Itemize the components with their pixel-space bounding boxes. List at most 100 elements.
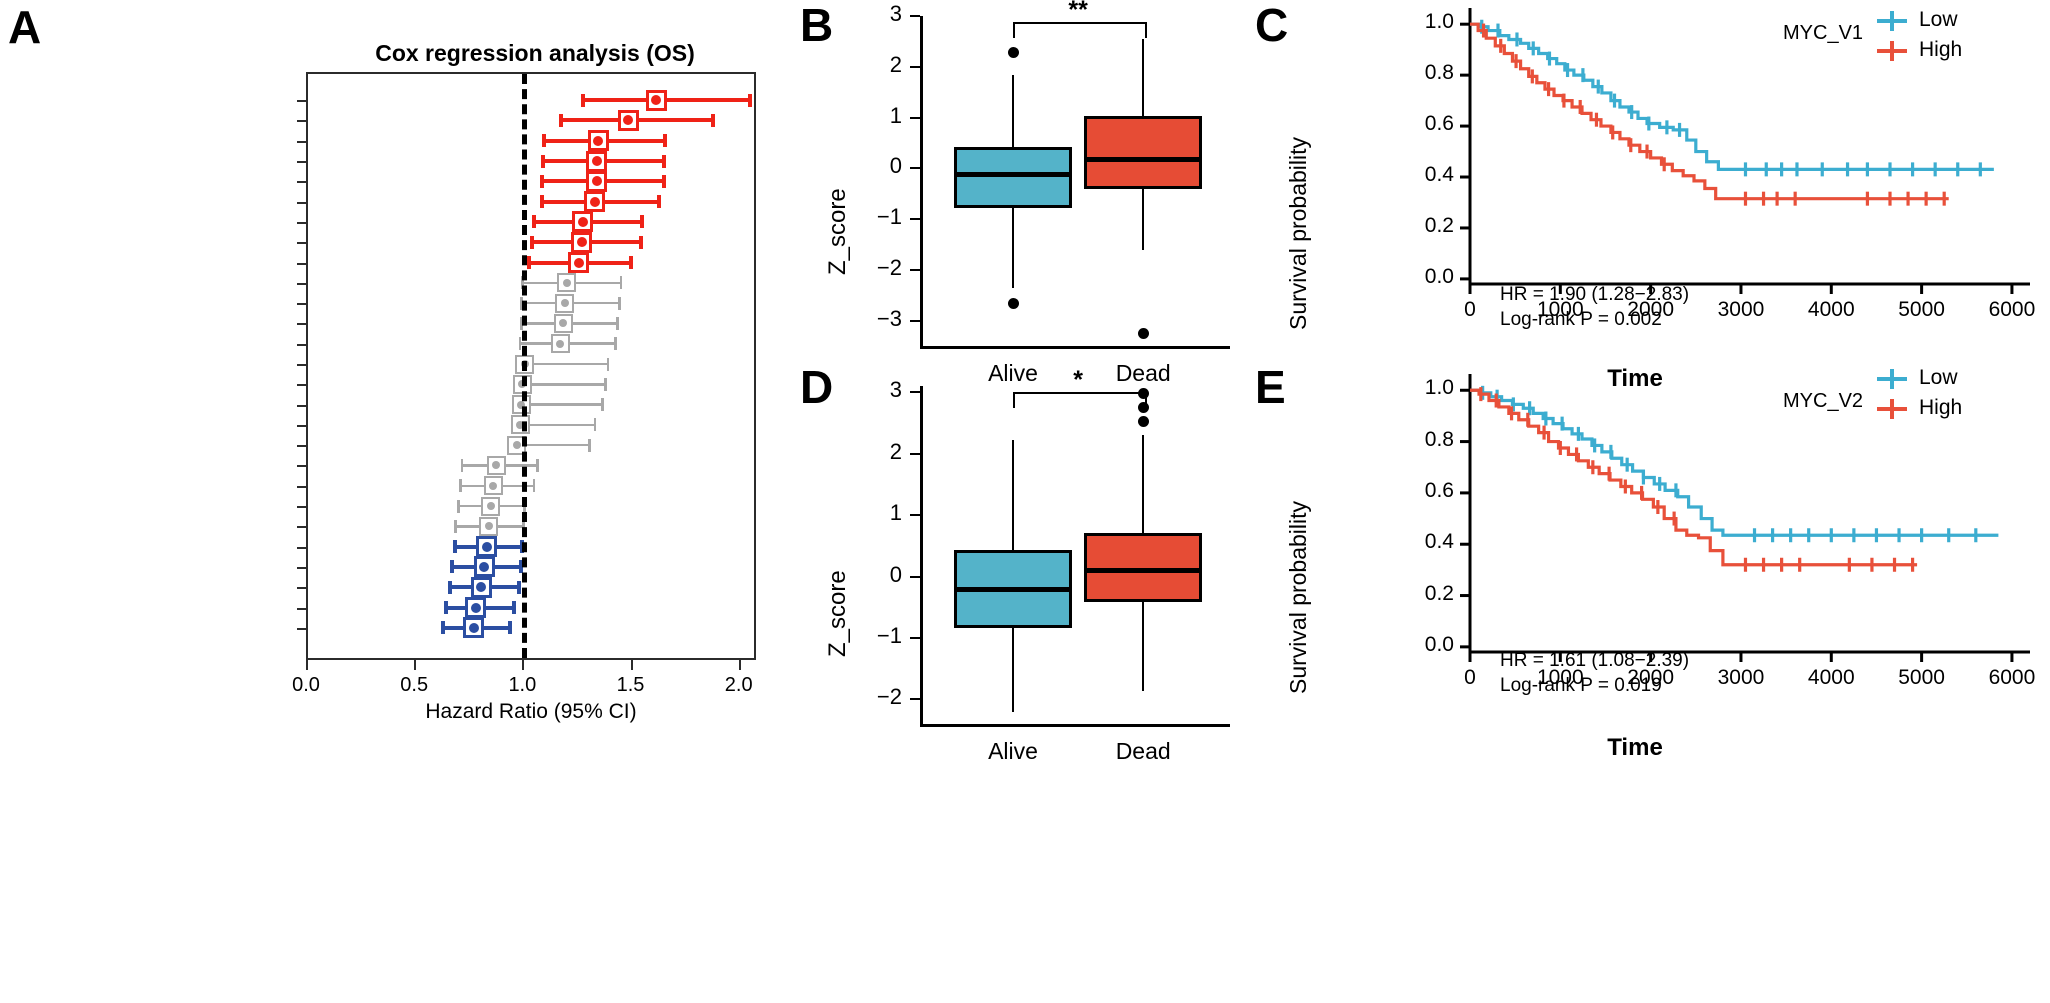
panelD-y-tick — [910, 514, 920, 517]
panel-a-ci-cap — [580, 93, 585, 107]
panel-a-x-tick — [630, 660, 633, 670]
panel-a-ci-cap — [618, 296, 621, 310]
panelD-y-tick — [910, 391, 920, 394]
figure-root: A Cox regression analysis (OS) MYC_TARGE… — [0, 0, 2050, 1003]
panelB-y-tick — [910, 218, 920, 221]
panelB-significance-marker: ** — [1068, 0, 1088, 24]
panelB-y-tick — [910, 319, 920, 322]
panelD-y-tick-label: 2 — [889, 438, 902, 464]
panel-a-title: Cox regression analysis (OS) — [375, 40, 695, 66]
panel-a-ci-cap — [518, 337, 522, 351]
panel-a-ci-cap — [457, 499, 460, 513]
panel-a-estimate-dot — [576, 237, 587, 248]
panel-a-y-tick — [297, 323, 306, 326]
panel-a-estimate-dot — [489, 481, 498, 490]
panel-a-ci-cap — [536, 458, 539, 472]
panelB-y-tick-label: 1 — [889, 102, 902, 128]
panel-a-x-tick — [738, 660, 741, 670]
panelD-whisker-upper — [1012, 440, 1014, 551]
panel-a-estimate-dot — [593, 135, 604, 146]
panel-a-x-tick — [414, 660, 417, 670]
panelB-whisker-lower — [1142, 188, 1145, 251]
panel-a-ci-cap — [539, 174, 544, 188]
panelD-y-axis-line — [920, 386, 923, 724]
panel-a-x-tick-label: 2.0 — [724, 674, 753, 696]
panel-a-ci-cap — [593, 418, 597, 432]
panel-a-ci-cap — [508, 621, 513, 635]
panelD-y-tick-label: −1 — [876, 622, 902, 648]
panelB-whisker-upper — [1012, 74, 1014, 147]
panelB-outlier-point — [1137, 327, 1149, 339]
panel-a-estimate-dot — [481, 541, 492, 552]
panel-a-estimate-dot — [486, 502, 495, 511]
panel-a-cox-forest-plot: A Cox regression analysis (OS) MYC_TARGE… — [0, 0, 790, 1003]
panelD-whisker-lower — [1142, 601, 1145, 691]
panel-a-ci-cap — [441, 621, 446, 635]
panelD-outlier-point — [1137, 415, 1149, 427]
panelB-box-dead[interactable] — [1084, 116, 1203, 189]
panel-a-ci-cap — [662, 154, 667, 168]
panel-a-y-tick — [297, 242, 306, 245]
panel-a-ci-cap — [540, 154, 545, 168]
panel-a-ci-cap — [747, 93, 752, 107]
panel-a-ci-cap — [606, 357, 610, 371]
panelD-y-tick — [910, 452, 920, 455]
panel-a-y-tick — [297, 262, 306, 265]
panel-a-y-tick — [297, 120, 306, 123]
panelB-box-alive[interactable] — [954, 146, 1072, 208]
panelD-y-tick-label: −2 — [876, 684, 902, 710]
panelB-y-tick-label: 3 — [889, 1, 902, 26]
panel-a-estimate-dot — [468, 622, 479, 633]
panel-a-ci-cap — [532, 479, 536, 493]
panel-a-ci-cap — [639, 235, 644, 249]
panel-a-ci-cap — [619, 276, 623, 290]
panelD-x-label: Dead — [1115, 738, 1171, 764]
panelD-median-line — [1084, 568, 1203, 574]
panel-a-ci-cap — [628, 256, 633, 270]
panel-a-y-tick — [297, 384, 306, 387]
panelB-y-axis-line — [920, 16, 923, 346]
panel-a-x-tick-label: 1.0 — [508, 674, 537, 696]
panel-e-x-axis-title: Time — [1607, 734, 1663, 761]
panelB-median-line — [954, 171, 1072, 177]
panelC-curve-high — [1470, 22, 1949, 201]
panel-a-ci-cap — [559, 113, 564, 127]
panelB-outlier-point — [1007, 46, 1019, 58]
panel-a-letter: A — [8, 1, 42, 53]
panelE-curve-low — [1470, 388, 1999, 537]
panelD-median-line — [954, 586, 1072, 592]
panel-a-estimate-dot — [573, 257, 584, 268]
panel-a-ci-cap — [453, 540, 458, 554]
panel-a-ci-cap — [710, 113, 715, 127]
panelD-y-tick-label: 3 — [889, 377, 902, 403]
panelB-y-tick-label: −1 — [876, 204, 902, 230]
panel-a-y-tick — [297, 181, 306, 184]
panel-a-ci-cap — [460, 458, 464, 472]
panel-d-boxplot: D Z_score 3 2 1 0 −1 −2 Alive Dead * — [790, 362, 1260, 782]
panel-a-estimate-dot — [577, 216, 588, 227]
panelB-y-tick-label: 0 — [889, 153, 902, 179]
panelE-curves — [1460, 374, 2030, 662]
panelB-y-tick — [910, 65, 920, 68]
panel-a-y-tick — [297, 343, 306, 346]
panel-a-y-tick — [297, 221, 306, 224]
panel-a-estimate-dot — [562, 278, 571, 287]
panel-a-x-tick — [306, 660, 308, 670]
panel-a-estimate-dot — [589, 196, 600, 207]
panelD-y-tick — [910, 575, 920, 578]
panel-e-km-plot: E Survival probability Time HR = 1.61 (1… — [1255, 362, 2050, 782]
panelD-y-tick-label: 1 — [889, 500, 902, 526]
panel-a-y-tick — [297, 587, 306, 590]
panelB-y-tick-label: −2 — [876, 254, 902, 280]
panel-b-boxplot: B Z_score 3 2 1 0 −1 −2 −3 Alive Dead ** — [790, 0, 1260, 400]
panel-a-estimate-dot — [591, 156, 602, 167]
panelB-y-tick-label: 2 — [889, 51, 902, 77]
panelB-y-tick — [910, 167, 920, 170]
panel-a-ci-cap — [541, 134, 546, 148]
panel-a-ci-cap — [443, 601, 448, 615]
panel-a-ci-cap — [526, 256, 531, 270]
panel-a-y-tick — [297, 546, 306, 549]
panelD-significance-marker: * — [1073, 366, 1083, 394]
panelD-y-tick-label: 0 — [889, 561, 902, 587]
panel-a-reference-line — [522, 74, 528, 658]
